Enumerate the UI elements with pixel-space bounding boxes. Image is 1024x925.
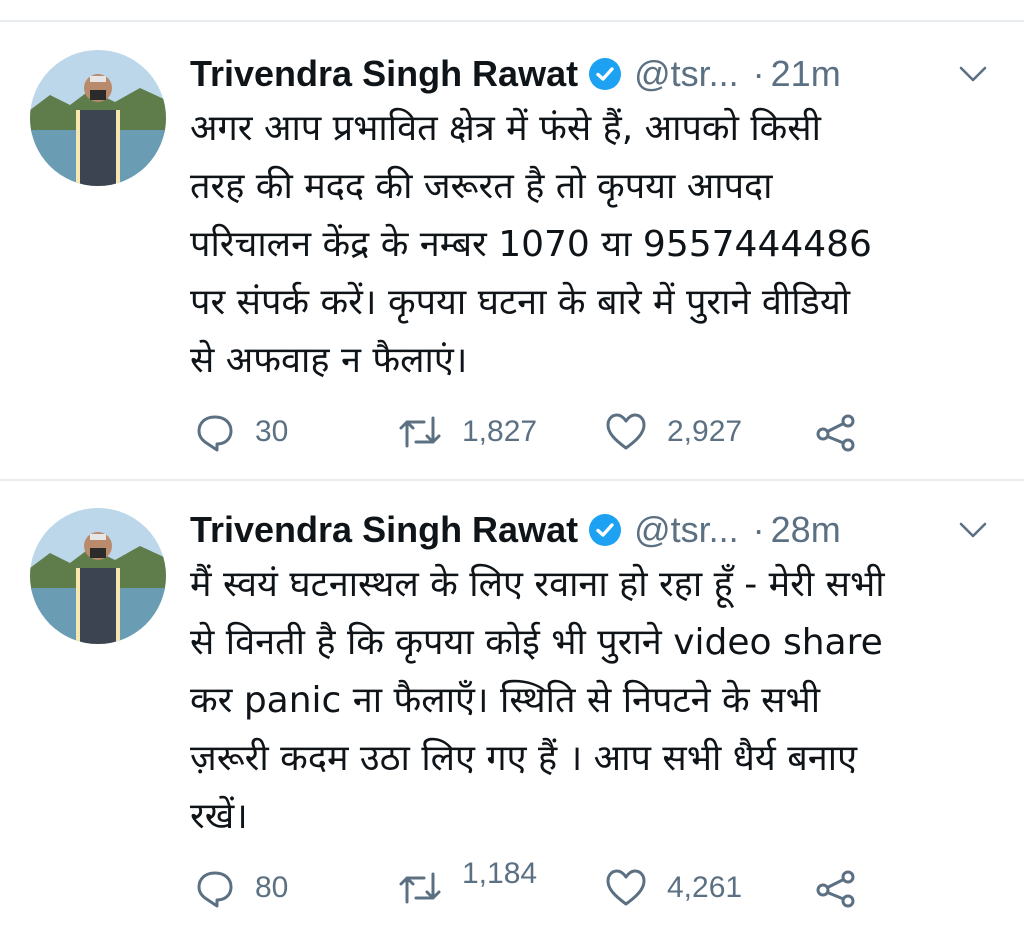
- separator: ·: [752, 509, 765, 550]
- author-handle[interactable]: @tsr...: [634, 53, 739, 95]
- like-icon: [606, 869, 646, 906]
- retweet-count: 1,827: [462, 415, 538, 448]
- reply-count: 80: [255, 871, 289, 904]
- chevron-down-icon[interactable]: [958, 520, 988, 540]
- tweet-header: Trivendra Singh Rawat @tsr... · 28m: [190, 508, 841, 552]
- timestamp[interactable]: 28m: [771, 509, 841, 551]
- divider: [0, 479, 1024, 481]
- like-button[interactable]: 4,261: [605, 866, 742, 910]
- separator: ·: [752, 53, 765, 94]
- author-name[interactable]: Trivendra Singh Rawat: [190, 53, 578, 95]
- timestamp[interactable]: 21m: [771, 53, 841, 95]
- tweet-text: मैं स्वयं घटनास्थल के लिए रवाना हो रहा ह…: [190, 564, 885, 837]
- author-handle[interactable]: @tsr...: [634, 509, 739, 551]
- like-count: 4,261: [667, 871, 743, 904]
- avatar[interactable]: [30, 508, 166, 644]
- share-button[interactable]: [815, 410, 857, 454]
- verified-badge-icon: [588, 57, 622, 91]
- divider: [0, 20, 1024, 22]
- reply-icon: [197, 871, 233, 908]
- tweet-text: अगर आप प्रभावित क्षेत्र में फंसे हैं, आप…: [190, 108, 872, 381]
- chevron-down-icon[interactable]: [958, 64, 988, 84]
- verified-badge-icon: [588, 513, 622, 547]
- retweet-icon: [399, 416, 441, 448]
- reply-icon: [197, 415, 233, 452]
- action-bar: 80 1,184 4,261: [0, 857, 1024, 910]
- retweet-button[interactable]: 1,184: [398, 857, 537, 910]
- reply-count: 30: [255, 415, 289, 448]
- like-icon: [606, 413, 646, 450]
- share-button[interactable]: [815, 866, 857, 910]
- reply-button[interactable]: 80: [195, 866, 288, 910]
- retweet-icon: [399, 872, 441, 904]
- share-icon: [816, 870, 855, 908]
- share-icon: [816, 414, 855, 452]
- reply-button[interactable]: 30: [195, 410, 288, 454]
- retweet-count: 1,184: [462, 857, 538, 890]
- author-name[interactable]: Trivendra Singh Rawat: [190, 509, 578, 551]
- action-bar: 30 1,827 2,927: [0, 410, 1024, 454]
- tweet-header: Trivendra Singh Rawat @tsr... · 21m: [190, 52, 841, 96]
- avatar[interactable]: [30, 50, 166, 186]
- like-button[interactable]: 2,927: [605, 410, 742, 454]
- retweet-button[interactable]: 1,827: [398, 410, 537, 454]
- like-count: 2,927: [667, 415, 743, 448]
